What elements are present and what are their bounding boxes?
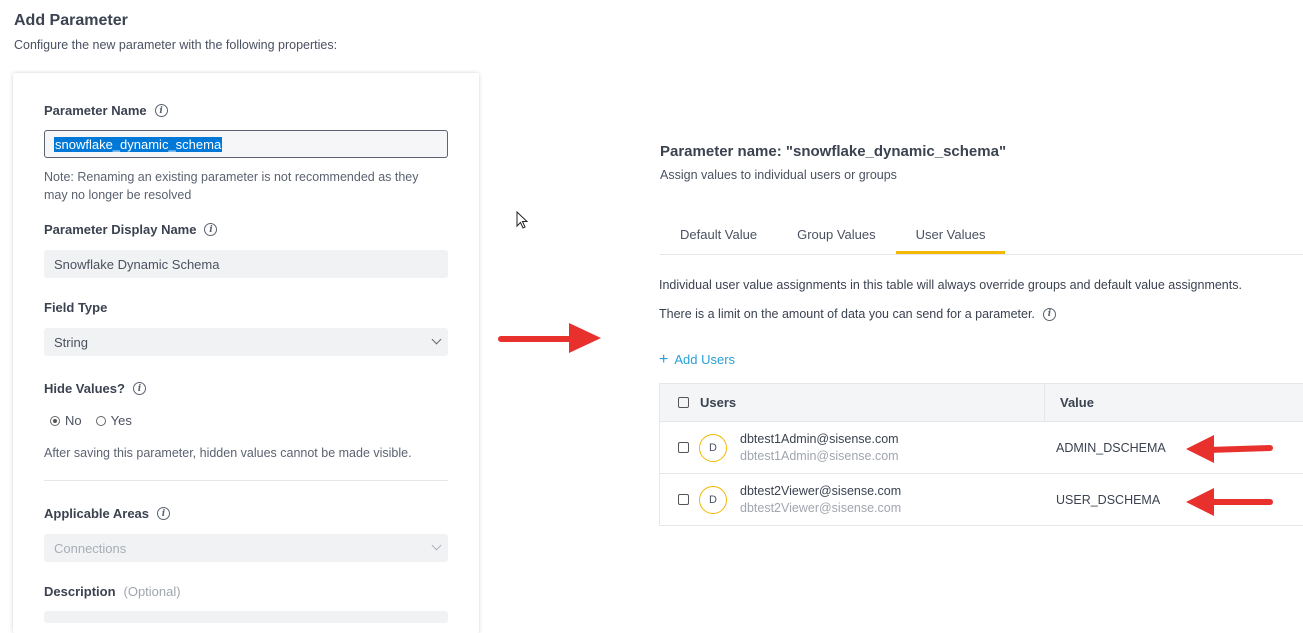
radio-no[interactable]: No: [50, 413, 82, 428]
parameter-name-input[interactable]: snowflake_dynamic_schema: [44, 130, 448, 158]
chevron-down-icon: [431, 540, 442, 551]
display-name-input[interactable]: Snowflake Dynamic Schema: [44, 250, 448, 278]
page-subtitle: Configure the new parameter with the fol…: [14, 38, 338, 52]
user-email: dbtest1Admin@sisense.com: [740, 448, 899, 463]
row-checkbox[interactable]: [678, 494, 689, 505]
description-input[interactable]: [44, 611, 448, 623]
info-icon[interactable]: i: [204, 223, 218, 236]
tab-user-values[interactable]: User Values: [895, 222, 1006, 254]
hide-values-radio-group: No Yes: [50, 413, 132, 428]
page-title: Add Parameter: [14, 12, 128, 29]
mouse-cursor-icon: [516, 211, 529, 229]
user-name: dbtest2Viewer@sisense.com: [740, 483, 902, 498]
user-cell: dbtest2Viewer@sisense.com dbtest2Viewer@…: [740, 483, 901, 517]
description-label: Description (Optional): [44, 584, 181, 599]
avatar: D: [699, 433, 727, 462]
parameter-form-panel: Parameter Name i snowflake_dynamic_schem…: [13, 73, 479, 633]
field-type-select[interactable]: String: [44, 328, 448, 356]
hide-values-label: Hide Values? i: [44, 381, 146, 396]
selected-text: snowflake_dynamic_schema: [54, 136, 223, 152]
user-name: dbtest1Admin@sisense.com: [740, 431, 899, 446]
user-value[interactable]: USER_DSCHEMA: [1056, 493, 1160, 507]
select-all-checkbox[interactable]: [678, 397, 689, 408]
parameter-detail-title: Parameter name: "snowflake_dynamic_schem…: [660, 143, 1007, 160]
radio-yes[interactable]: Yes: [95, 413, 132, 428]
user-email: dbtest2Viewer@sisense.com: [740, 500, 902, 515]
info-icon[interactable]: i: [132, 382, 146, 395]
field-type-label: Field Type: [44, 300, 108, 315]
annotation-arrow-icon: [498, 323, 601, 353]
info-icon[interactable]: i: [154, 104, 168, 117]
info-icon[interactable]: i: [1042, 307, 1056, 321]
override-info-text: Individual user value assignments in thi…: [659, 278, 1242, 292]
hidden-values-note: After saving this parameter, hidden valu…: [44, 446, 412, 460]
tab-default-value[interactable]: Default Value: [660, 222, 777, 249]
tab-group-values[interactable]: Group Values: [777, 222, 896, 249]
rename-note: Note: Renaming an existing parameter is …: [44, 170, 419, 202]
table-header: Users Value: [660, 384, 1303, 422]
radio-selected-icon: [50, 415, 60, 426]
chevron-down-icon: [431, 334, 442, 345]
parameter-name-label: Parameter Name i: [44, 103, 168, 118]
row-checkbox[interactable]: [678, 442, 689, 453]
radio-unselected-icon: [95, 415, 106, 426]
info-icon[interactable]: i: [157, 507, 171, 520]
annotation-arrow-icon: [1186, 488, 1273, 516]
parameter-detail-subtitle: Assign values to individual users or gro…: [660, 168, 897, 182]
applicable-areas-select[interactable]: Connections: [44, 534, 448, 562]
display-name-label: Parameter Display Name i: [44, 222, 218, 237]
limit-info: There is a limit on the amount of data y…: [659, 307, 1056, 321]
divider: [44, 480, 448, 481]
user-value[interactable]: ADMIN_DSCHEMA: [1056, 441, 1166, 455]
annotation-arrow-icon: [1186, 435, 1273, 463]
user-cell: dbtest1Admin@sisense.com dbtest1Admin@si…: [740, 431, 899, 465]
column-header-users: Users: [700, 395, 737, 410]
column-header-value: Value: [1060, 395, 1094, 410]
add-users-button[interactable]: + Add Users: [659, 350, 735, 368]
avatar: D: [699, 485, 727, 514]
applicable-areas-label: Applicable Areas i: [44, 506, 171, 521]
column-divider: [1044, 384, 1045, 421]
plus-icon: +: [659, 350, 669, 368]
value-tabs: Default Value Group Values User Values: [660, 222, 1303, 255]
